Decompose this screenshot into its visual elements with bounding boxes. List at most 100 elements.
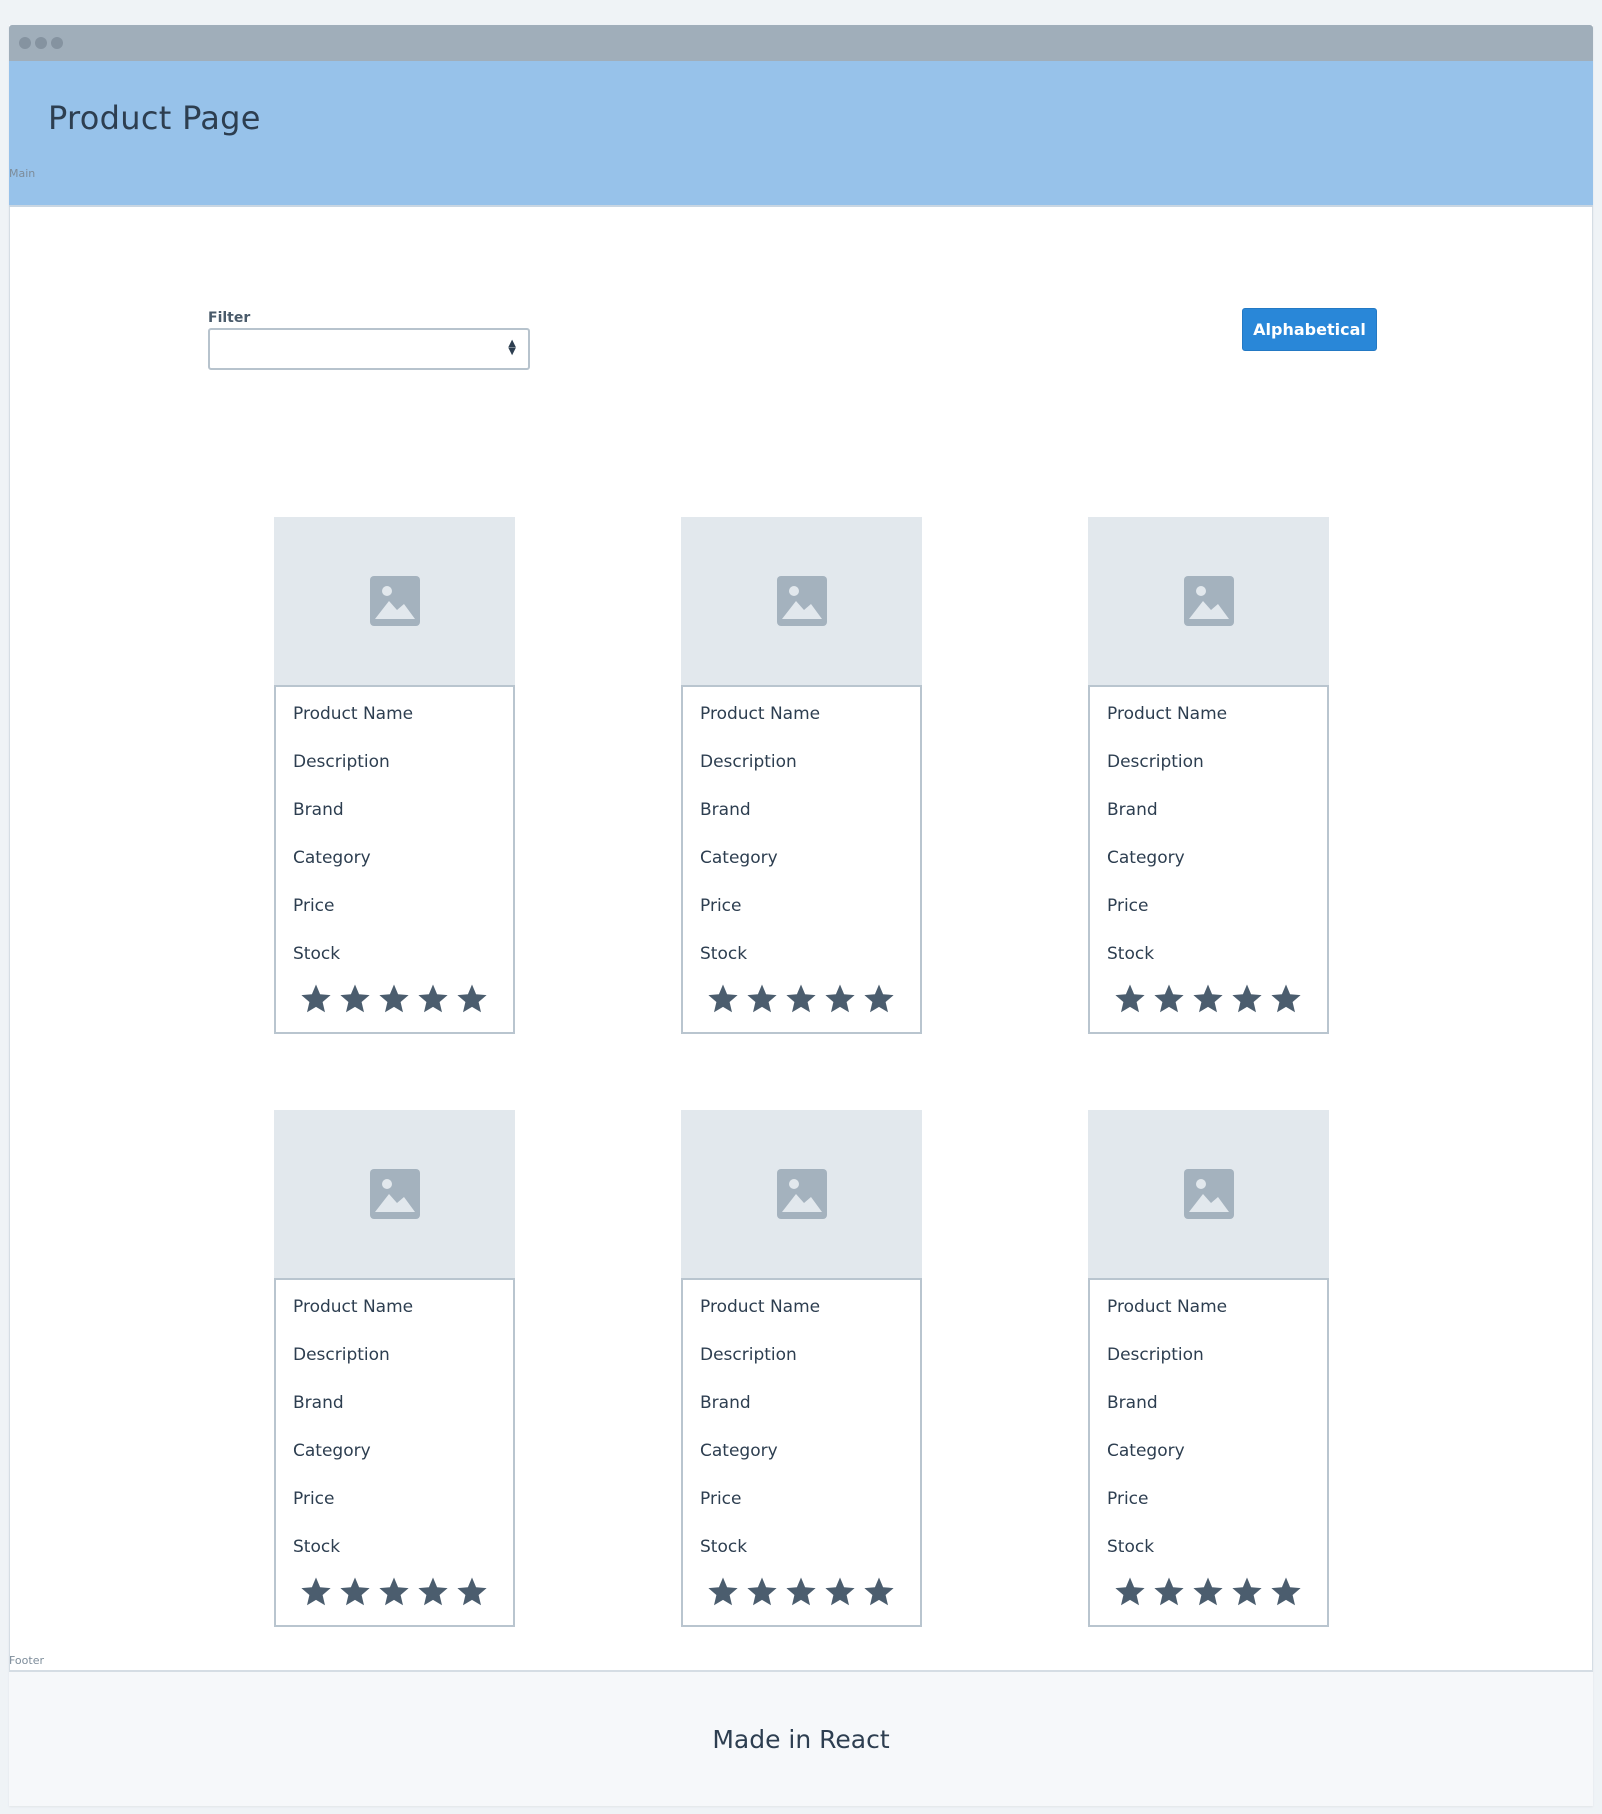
product-description: Description <box>293 752 390 772</box>
image-placeholder-icon <box>777 576 827 626</box>
product-brand: Brand <box>700 1393 751 1413</box>
product-card[interactable]: Product Name Description Brand Category … <box>274 1110 515 1627</box>
product-name: Product Name <box>1107 704 1228 724</box>
star-icon[interactable] <box>863 1576 895 1608</box>
star-icon[interactable] <box>707 1576 739 1608</box>
product-details: Product Name Description Brand Category … <box>681 1278 922 1627</box>
product-name: Product Name <box>1107 1297 1228 1317</box>
product-details: Product Name Description Brand Category … <box>1088 1278 1329 1627</box>
product-description: Description <box>700 1345 797 1365</box>
product-rating <box>707 983 895 1015</box>
product-brand: Brand <box>293 1393 344 1413</box>
filter-select[interactable]: ▲ ▼ <box>208 328 530 370</box>
product-details: Product Name Description Brand Category … <box>274 1278 515 1627</box>
star-icon[interactable] <box>339 983 371 1015</box>
product-image <box>1088 1110 1329 1279</box>
star-icon[interactable] <box>707 983 739 1015</box>
footer-region-label: Footer <box>9 1654 44 1667</box>
product-stock: Stock <box>700 944 748 964</box>
product-description: Description <box>1107 752 1204 772</box>
image-placeholder-icon <box>1184 576 1234 626</box>
product-category: Category <box>293 1441 371 1461</box>
product-card[interactable]: Product Name Description Brand Category … <box>1088 517 1329 1034</box>
product-details: Product Name Description Brand Category … <box>1088 685 1329 1034</box>
image-placeholder-icon <box>370 1169 420 1219</box>
star-icon[interactable] <box>746 1576 778 1608</box>
product-rating <box>707 1576 895 1608</box>
star-icon[interactable] <box>746 983 778 1015</box>
product-rating <box>1114 983 1302 1015</box>
product-price: Price <box>293 896 335 916</box>
star-icon[interactable] <box>1270 983 1302 1015</box>
star-icon[interactable] <box>785 983 817 1015</box>
product-card[interactable]: Product Name Description Brand Category … <box>681 517 922 1034</box>
product-price: Price <box>700 896 742 916</box>
product-rating <box>300 1576 488 1608</box>
star-icon[interactable] <box>339 1576 371 1608</box>
footer-text: Made in React <box>712 1725 890 1754</box>
star-icon[interactable] <box>785 1576 817 1608</box>
filter-label: Filter <box>208 310 251 326</box>
star-icon[interactable] <box>1231 1576 1263 1608</box>
product-image <box>274 1110 515 1279</box>
window-titlebar <box>9 25 1593 61</box>
product-description: Description <box>700 752 797 772</box>
product-brand: Brand <box>1107 800 1158 820</box>
product-stock: Stock <box>293 944 341 964</box>
product-card[interactable]: Product Name Description Brand Category … <box>274 517 515 1034</box>
star-icon[interactable] <box>417 1576 449 1608</box>
product-name: Product Name <box>293 704 414 724</box>
product-card[interactable]: Product Name Description Brand Category … <box>681 1110 922 1627</box>
product-card[interactable]: Product Name Description Brand Category … <box>1088 1110 1329 1627</box>
product-category: Category <box>700 1441 778 1461</box>
product-name: Product Name <box>700 704 821 724</box>
star-icon[interactable] <box>1114 983 1146 1015</box>
product-category: Category <box>1107 1441 1185 1461</box>
star-icon[interactable] <box>1231 983 1263 1015</box>
star-icon[interactable] <box>863 983 895 1015</box>
product-brand: Brand <box>293 800 344 820</box>
star-icon[interactable] <box>456 1576 488 1608</box>
product-stock: Stock <box>1107 1537 1155 1557</box>
star-icon[interactable] <box>1192 1576 1224 1608</box>
star-icon[interactable] <box>1153 1576 1185 1608</box>
image-placeholder-icon <box>777 1169 827 1219</box>
product-image <box>681 1110 922 1279</box>
window-dot-icon[interactable] <box>19 37 31 49</box>
product-rating <box>1114 1576 1302 1608</box>
product-brand: Brand <box>700 800 751 820</box>
product-details: Product Name Description Brand Category … <box>681 685 922 1034</box>
page-footer: Made in React <box>9 1670 1593 1806</box>
star-icon[interactable] <box>378 1576 410 1608</box>
window-dot-icon[interactable] <box>35 37 47 49</box>
product-description: Description <box>293 1345 390 1365</box>
image-placeholder-icon <box>1184 1169 1234 1219</box>
product-stock: Stock <box>1107 944 1155 964</box>
alphabetical-sort-button[interactable]: Alphabetical <box>1242 308 1377 351</box>
star-icon[interactable] <box>417 983 449 1015</box>
star-icon[interactable] <box>824 1576 856 1608</box>
star-icon[interactable] <box>1114 1576 1146 1608</box>
product-category: Category <box>293 848 371 868</box>
star-icon[interactable] <box>300 1576 332 1608</box>
star-icon[interactable] <box>1192 983 1224 1015</box>
star-icon[interactable] <box>824 983 856 1015</box>
star-icon[interactable] <box>456 983 488 1015</box>
product-category: Category <box>700 848 778 868</box>
image-placeholder-icon <box>370 576 420 626</box>
product-stock: Stock <box>700 1537 748 1557</box>
main-region-label: Main <box>9 167 36 180</box>
product-image <box>1088 517 1329 686</box>
main-content: Filter ▲ ▼ Alphabetical Product Name Desc… <box>9 207 1593 1695</box>
product-brand: Brand <box>1107 1393 1158 1413</box>
star-icon[interactable] <box>300 983 332 1015</box>
page-title: Product Page <box>48 99 261 137</box>
product-price: Price <box>1107 896 1149 916</box>
product-name: Product Name <box>700 1297 821 1317</box>
product-description: Description <box>1107 1345 1204 1365</box>
window-dot-icon[interactable] <box>51 37 63 49</box>
star-icon[interactable] <box>378 983 410 1015</box>
star-icon[interactable] <box>1270 1576 1302 1608</box>
star-icon[interactable] <box>1153 983 1185 1015</box>
product-image <box>274 517 515 686</box>
